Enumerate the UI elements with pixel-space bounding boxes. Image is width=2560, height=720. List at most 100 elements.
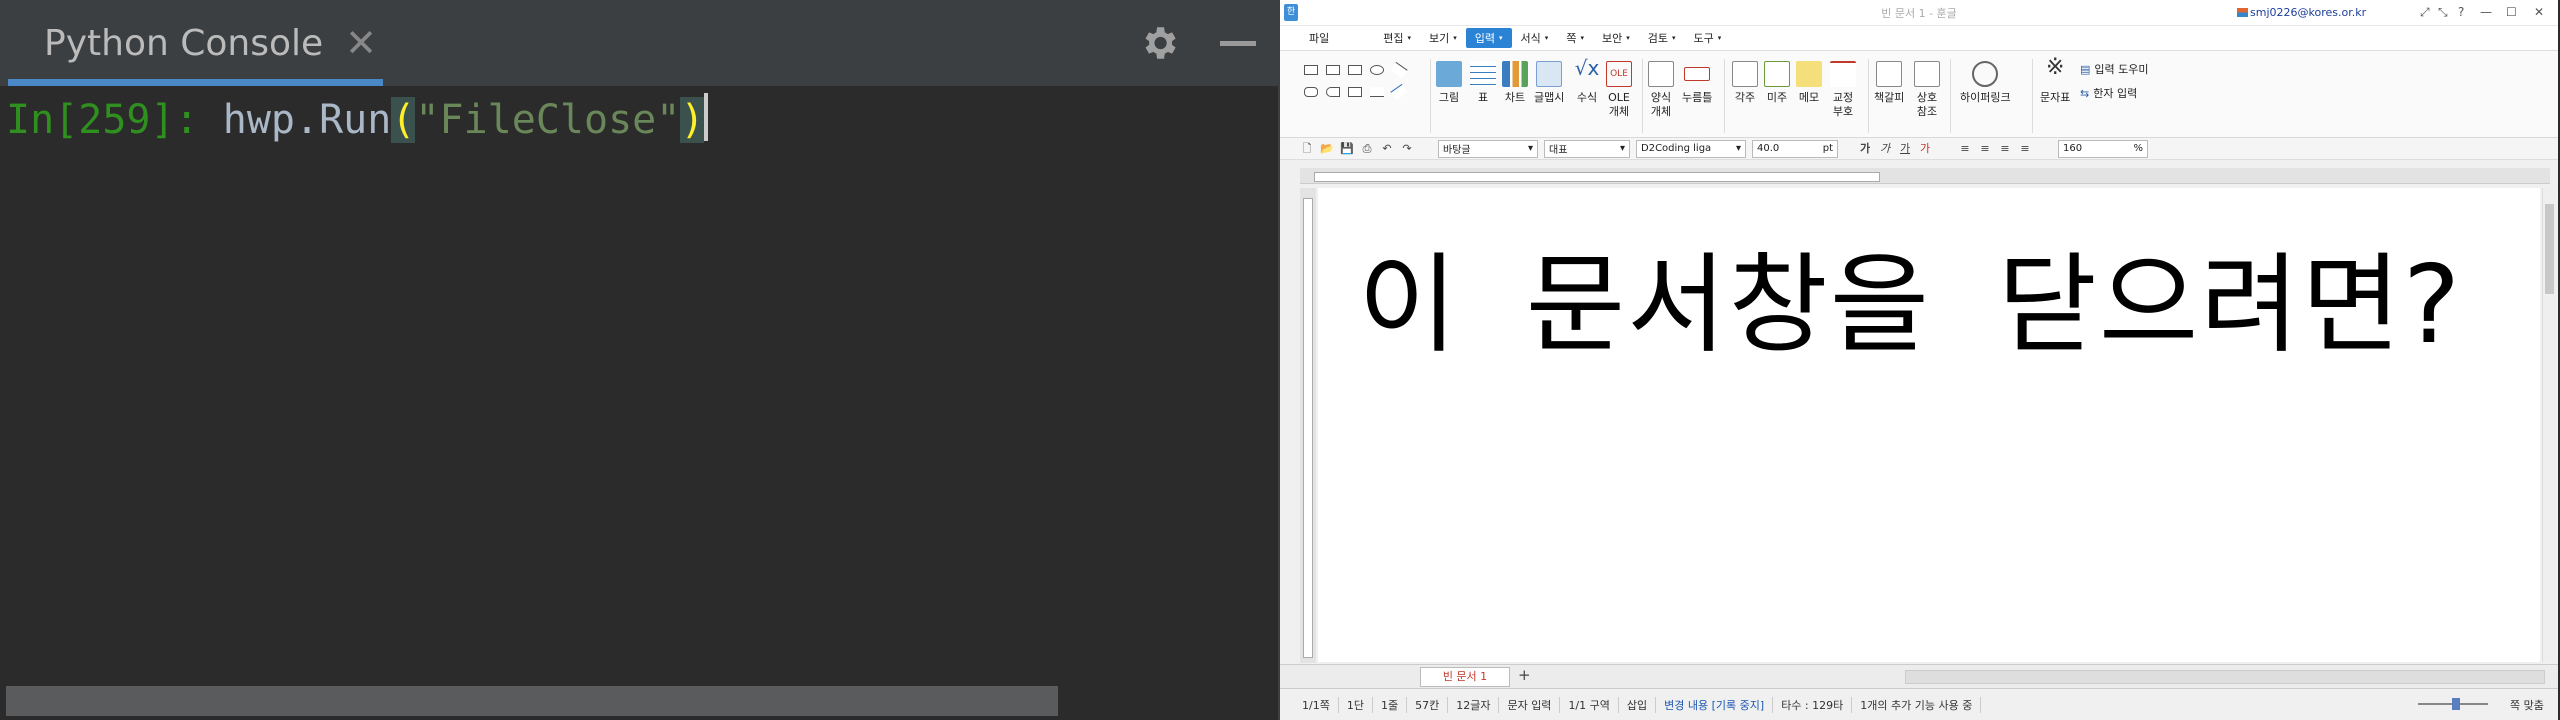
console-prompt: In[259]:: [6, 97, 223, 143]
console-input-line[interactable]: In[259]: hwp.Run("FileClose"): [6, 92, 709, 148]
bookmark-icon: [1876, 61, 1903, 87]
rep-select[interactable]: 대표 ▾: [1544, 139, 1630, 158]
horizontal-scrollbar[interactable]: [1905, 670, 2545, 684]
font-color-icon[interactable]: 가: [1918, 142, 1932, 156]
gear-icon[interactable]: [1138, 22, 1180, 64]
footnote-icon: [1732, 61, 1758, 87]
format-toolbar: 🗋 📂 💾 ⎙ ↶ ↷ 바탕글 ▾ 대표 ▾ D2Coding liga ▾ 40.0…: [1280, 138, 2558, 160]
insert-form-button[interactable]: 양식 개체: [1648, 61, 1674, 119]
tab-python-console[interactable]: Python Console ✕: [8, 0, 383, 86]
ribbon-separator: [1724, 59, 1725, 133]
save-icon[interactable]: 💾: [1340, 142, 1354, 156]
zoom-select[interactable]: 160%: [2058, 139, 2148, 158]
insert-ole-button[interactable]: OLE OLE 개체: [1606, 61, 1632, 119]
shape-ellipse-icon[interactable]: [1370, 65, 1384, 75]
input-helper-button[interactable]: ▤ 입력 도우미: [2080, 63, 2149, 77]
menu-tools[interactable]: 도구 ▾: [1684, 28, 1730, 48]
align-right-icon[interactable]: ≡: [2018, 142, 2032, 156]
italic-icon[interactable]: 가: [1878, 142, 1892, 156]
minimize-icon[interactable]: [1220, 41, 1256, 46]
shape-textbox-icon[interactable]: [1304, 65, 1318, 75]
insert-symbol-button[interactable]: ※ 문자표: [2040, 57, 2070, 105]
menu-page[interactable]: 쪽 ▾: [1557, 28, 1593, 48]
status-section: 1/1 구역: [1560, 696, 1619, 713]
new-doc-icon[interactable]: 🗋: [1300, 142, 1314, 156]
font-select[interactable]: D2Coding liga ▾: [1636, 139, 1746, 158]
style-select[interactable]: 바탕글 ▾: [1438, 139, 1538, 158]
zoom-slider-knob[interactable]: [2452, 698, 2460, 710]
insert-formula-button[interactable]: √x 수식: [1574, 58, 1600, 105]
status-page[interactable]: 1/1쪽: [1294, 696, 1339, 713]
align-justify-icon[interactable]: ≡: [1958, 142, 1972, 156]
insert-picture-button[interactable]: 그림: [1436, 61, 1462, 105]
ole-icon: OLE: [1606, 61, 1632, 87]
menu-edit[interactable]: 편집 ▾: [1374, 28, 1420, 48]
open-icon[interactable]: 📂: [1320, 142, 1334, 156]
horizontal-ruler[interactable]: [1300, 168, 2550, 184]
user-account[interactable]: smj0226@kores.or.kr: [2250, 6, 2366, 19]
close-window-icon[interactable]: ✕: [2534, 5, 2544, 19]
menu-file[interactable]: 파일: [1300, 28, 1338, 48]
status-col-pos: 57칸: [1407, 696, 1449, 713]
status-addons[interactable]: 1개의 추가 기능 사용 중: [1852, 696, 1982, 713]
redo-icon[interactable]: ↷: [1400, 142, 1414, 156]
title-bar: 한 빈 문서 1 - 훈글 smj0226@kores.or.kr ⤢ ⤡ ? …: [1280, 0, 2558, 26]
status-track-changes[interactable]: 변경 내용 [기록 중지]: [1656, 696, 1774, 713]
tab-close-icon[interactable]: ✕: [345, 21, 377, 65]
insert-proofmark-button[interactable]: 교정 부호: [1830, 61, 1856, 119]
insert-memo-button[interactable]: 메모: [1796, 61, 1822, 105]
vertical-scrollbar[interactable]: [2542, 188, 2556, 662]
string-literal: "FileClose": [415, 97, 681, 143]
insert-clickhere-button[interactable]: 누름틀: [1682, 61, 1712, 105]
document-text[interactable]: 이 문서창을 닫으려면?: [1358, 218, 2462, 374]
align-center-icon[interactable]: ≡: [1998, 142, 2012, 156]
undo-icon[interactable]: ↶: [1380, 142, 1394, 156]
font-size-input[interactable]: 40.0 pt: [1752, 139, 1838, 158]
menu-security[interactable]: 보안 ▾: [1593, 28, 1639, 48]
fit-page-button[interactable]: 쪽 맞춤: [2502, 697, 2552, 713]
bold-icon[interactable]: 가: [1858, 142, 1872, 156]
hanja-input-button[interactable]: ⇆ 한자 입력: [2080, 87, 2137, 101]
form-icon: [1648, 61, 1674, 87]
shape-gallery[interactable]: [1302, 61, 1422, 129]
shape-roundrect-icon[interactable]: [1304, 87, 1318, 97]
python-console-panel: Python Console ✕ In[259]: hwp.Run("FileC…: [0, 0, 1280, 720]
horizontal-scrollbar[interactable]: [6, 686, 1058, 716]
tab-document-1[interactable]: 빈 문서 1: [1420, 667, 1510, 687]
shape-curve-icon[interactable]: [1370, 87, 1384, 97]
menu-insert[interactable]: 입력 ▾: [1465, 28, 1512, 48]
menu-format[interactable]: 서식 ▾: [1512, 28, 1558, 48]
globe-icon: [1972, 61, 1999, 87]
shape-textbox2-icon[interactable]: [1326, 65, 1340, 75]
expand-icon[interactable]: ⤢: [2420, 5, 2430, 20]
menu-review[interactable]: 검토 ▾: [1639, 28, 1685, 48]
align-left-icon[interactable]: ≡: [1978, 142, 1992, 156]
insert-footnote-button[interactable]: 각주: [1732, 61, 1758, 105]
underline-icon[interactable]: 가: [1898, 142, 1912, 156]
add-tab-button[interactable]: +: [1518, 666, 1531, 684]
insert-hyperlink-button[interactable]: 하이퍼링크: [1960, 61, 2011, 105]
status-insert-mode[interactable]: 삽입: [1619, 696, 1657, 713]
scroll-thumb[interactable]: [2545, 204, 2554, 294]
document-page[interactable]: 이 문서창을 닫으려면?: [1318, 188, 2540, 662]
help-icon[interactable]: ?: [2458, 5, 2464, 19]
shape-line-icon[interactable]: [1390, 61, 1408, 79]
ribbon-separator: [1868, 59, 1869, 133]
minimize-window-icon[interactable]: —: [2480, 5, 2492, 19]
shape-arc-icon[interactable]: [1326, 87, 1340, 97]
insert-textart-button[interactable]: 글맵시: [1534, 61, 1564, 105]
insert-endnote-button[interactable]: 미주: [1764, 61, 1790, 105]
maximize-window-icon[interactable]: ☐: [2506, 5, 2517, 19]
shape-arrow-icon[interactable]: [1390, 83, 1408, 101]
menu-view[interactable]: 보기 ▾: [1420, 28, 1466, 48]
ribbon-separator: [1430, 59, 1431, 133]
insert-bookmark-button[interactable]: 책갈피: [1874, 61, 1904, 105]
restore-icon[interactable]: ⤡: [2438, 5, 2448, 20]
insert-crossref-button[interactable]: 상호 참조: [1914, 61, 1940, 119]
print-icon[interactable]: ⎙: [1360, 142, 1374, 156]
vertical-ruler[interactable]: [1300, 188, 1316, 663]
shape-polygon-icon[interactable]: [1348, 87, 1362, 97]
shape-rect-icon[interactable]: [1348, 65, 1362, 75]
insert-table-button[interactable]: 표: [1470, 61, 1496, 105]
insert-chart-button[interactable]: 차트: [1502, 61, 1528, 105]
